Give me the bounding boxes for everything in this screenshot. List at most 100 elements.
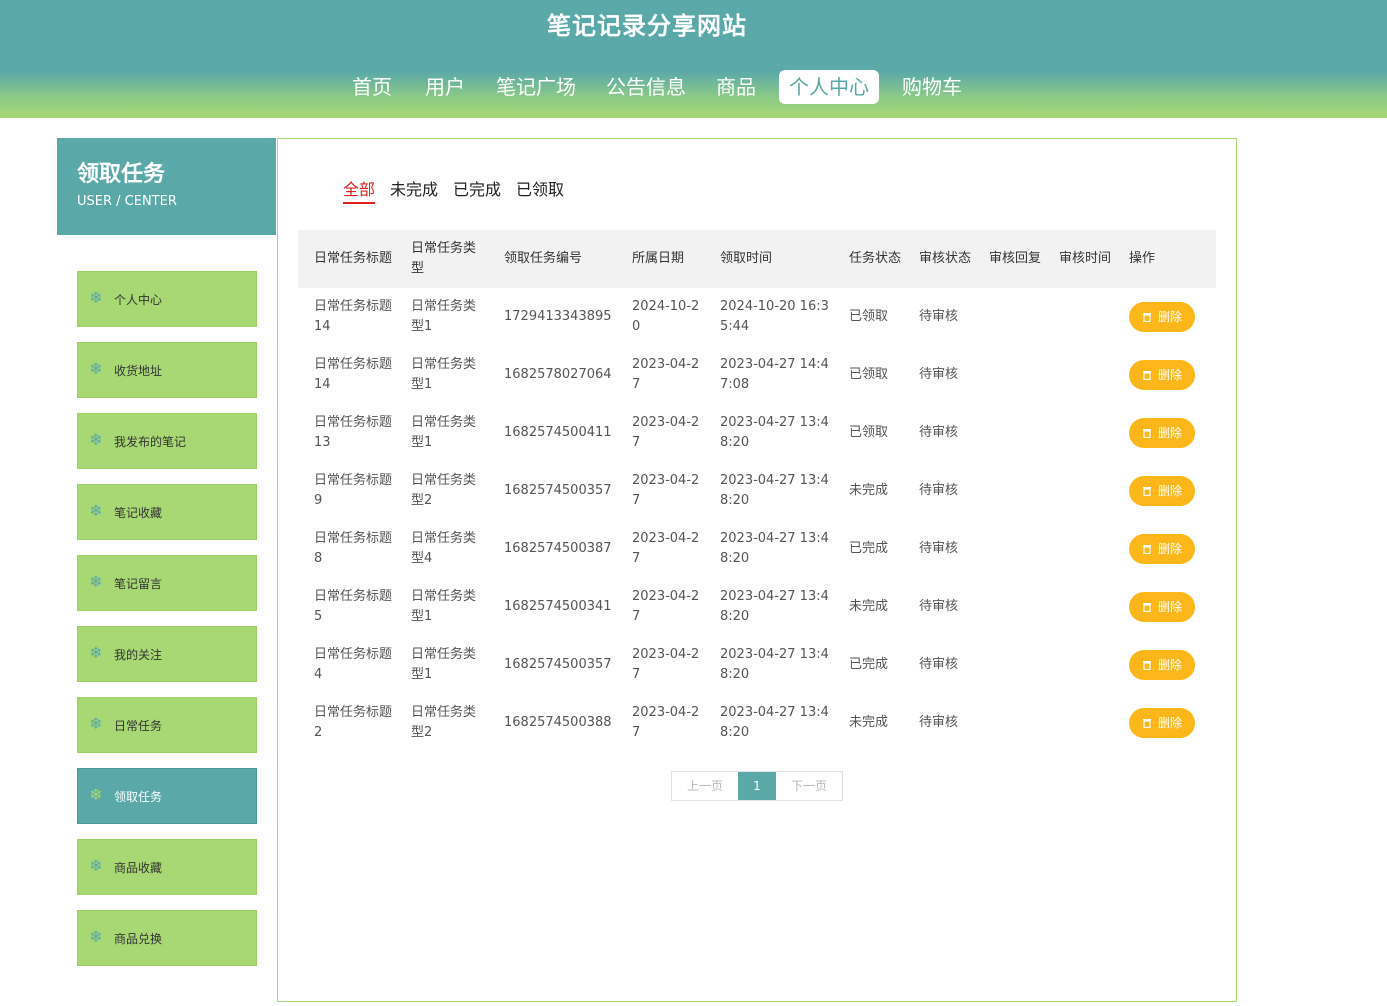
filter-claimed[interactable]: 已领取 [516,179,564,201]
col-task-status: 任务状态 [833,230,903,288]
sidebar-item[interactable]: ❄ 商品收藏 [77,839,257,895]
sidebar-item[interactable]: ❄ 笔记留言 [77,555,257,611]
cell-task-status: 已领取 [849,309,889,324]
sidebar-item[interactable]: ❄ 领取任务 [77,768,257,824]
delete-button[interactable]: 删除 [1129,360,1195,390]
filter-complete[interactable]: 已完成 [453,179,501,201]
sidebar-item[interactable]: ❄ 我的关注 [77,626,257,682]
cell-task-status: 未完成 [849,715,889,730]
cell-task-title: 日常任务标题14 [314,357,393,392]
cell-review-reply [973,520,1043,578]
prev-page-button[interactable]: 上一页 [672,772,738,800]
cell-review-reply [973,694,1043,752]
sidebar-item[interactable]: ❄ 我发布的笔记 [77,413,257,469]
trash-icon [1142,371,1151,380]
snowflake-icon: ❄ [89,572,103,591]
snowflake-icon: ❄ [89,643,103,662]
cell-review-time [1043,578,1113,636]
sidebar-item-label: 商品兑换 [114,932,163,946]
delete-button[interactable]: 删除 [1129,708,1195,738]
cell-date: 2023-04-27 [632,589,700,624]
trash-icon [1142,719,1151,728]
nav-products[interactable]: 商品 [715,70,757,104]
cell-task-type: 日常任务类型1 [411,415,477,450]
cell-review-time [1043,346,1113,404]
sidebar-item-label: 我发布的笔记 [114,435,187,449]
col-review-reply: 审核回复 [973,230,1043,288]
delete-button[interactable]: 删除 [1129,418,1195,448]
sidebar-item[interactable]: ❄ 个人中心 [77,271,257,327]
cell-review-time [1043,520,1113,578]
sidebar-item-label: 笔记留言 [114,577,163,591]
delete-button[interactable]: 删除 [1129,650,1195,680]
delete-button-label: 删除 [1157,600,1182,614]
filter-all[interactable]: 全部 [343,179,376,204]
cell-task-number: 1682574500411 [504,425,612,440]
sidebar-subtitle: USER / CENTER [77,194,177,209]
delete-button[interactable]: 删除 [1129,302,1195,332]
cell-task-type: 日常任务类型2 [411,473,477,508]
cell-review-time [1043,288,1113,346]
cell-task-status: 未完成 [849,483,889,498]
cell-task-type: 日常任务类型2 [411,705,477,740]
cell-task-status: 已完成 [849,541,889,556]
filter-incomplete[interactable]: 未完成 [390,179,438,201]
nav-personal-center[interactable]: 个人中心 [779,70,879,104]
cell-review-status: 待审核 [919,309,959,324]
sidebar-item[interactable]: ❄ 笔记收藏 [77,484,257,540]
pagination: 上一页 1 下一页 [671,771,843,801]
cell-task-title: 日常任务标题13 [314,415,393,450]
table-row: 日常任务标题14 日常任务类型1 1729413343895 2024-10-20 20… [298,288,1216,346]
nav-cart[interactable]: 购物车 [901,70,963,104]
table-row: 日常任务标题13 日常任务类型1 1682574500411 2023-04-27 20… [298,404,1216,462]
delete-button-label: 删除 [1157,310,1182,324]
cell-actions: 删除 [1113,578,1216,636]
sidebar-item-label: 笔记收藏 [114,506,163,520]
nav-users[interactable]: 用户 [425,70,465,104]
snowflake-icon: ❄ [89,856,103,875]
cell-actions: 删除 [1113,288,1216,346]
sidebar-item[interactable]: ❄ 日常任务 [77,697,257,753]
snowflake-icon: ❄ [89,359,103,378]
nav-home[interactable]: 首页 [352,70,392,104]
trash-icon [1142,661,1151,670]
cell-review-time [1043,462,1113,520]
table-row: 日常任务标题2 日常任务类型2 1682574500388 2023-04-27 202… [298,694,1216,752]
cell-review-reply [973,288,1043,346]
trash-icon [1142,429,1151,438]
nav-note-square[interactable]: 笔记广场 [495,70,577,104]
main-nav: 首页 用户 笔记广场 公告信息 商品 个人中心 购物车 [0,70,1387,106]
table-row: 日常任务标题5 日常任务类型1 1682574500341 2023-04-27 202… [298,578,1216,636]
cell-review-time [1043,636,1113,694]
cell-date: 2024-10-20 [632,299,700,334]
trash-icon [1142,603,1151,612]
page-1-button[interactable]: 1 [738,772,776,800]
snowflake-icon: ❄ [89,430,103,449]
sidebar-item-label: 我的关注 [114,648,163,662]
cell-actions: 删除 [1113,462,1216,520]
table-header-row: 日常任务标题 日常任务类型 领取任务编号 所属日期 领取时间 任务状态 审核状态… [298,230,1216,288]
cell-task-status: 已领取 [849,425,889,440]
cell-claim-time: 2023-04-27 13:48:20 [720,705,829,740]
cell-task-status: 已完成 [849,657,889,672]
delete-button[interactable]: 删除 [1129,476,1195,506]
cell-date: 2023-04-27 [632,357,700,392]
cell-review-reply [973,462,1043,520]
snowflake-icon: ❄ [89,288,103,307]
delete-button[interactable]: 删除 [1129,592,1195,622]
trash-icon [1142,487,1151,496]
sidebar-header: 领取任务 USER / CENTER [57,138,276,235]
sidebar-item[interactable]: ❄ 商品兑换 [77,910,257,966]
delete-button-label: 删除 [1157,426,1182,440]
cell-task-title: 日常任务标题5 [314,589,393,624]
cell-task-title: 日常任务标题14 [314,299,393,334]
cell-task-number: 1682578027064 [504,367,612,382]
delete-button[interactable]: 删除 [1129,534,1195,564]
cell-task-title: 日常任务标题2 [314,705,393,740]
table-row: 日常任务标题4 日常任务类型1 1682574500357 2023-04-27 202… [298,636,1216,694]
next-page-button[interactable]: 下一页 [776,772,842,800]
sidebar-item[interactable]: ❄ 收货地址 [77,342,257,398]
nav-announcements[interactable]: 公告信息 [605,70,687,104]
cell-actions: 删除 [1113,404,1216,462]
cell-date: 2023-04-27 [632,647,700,682]
